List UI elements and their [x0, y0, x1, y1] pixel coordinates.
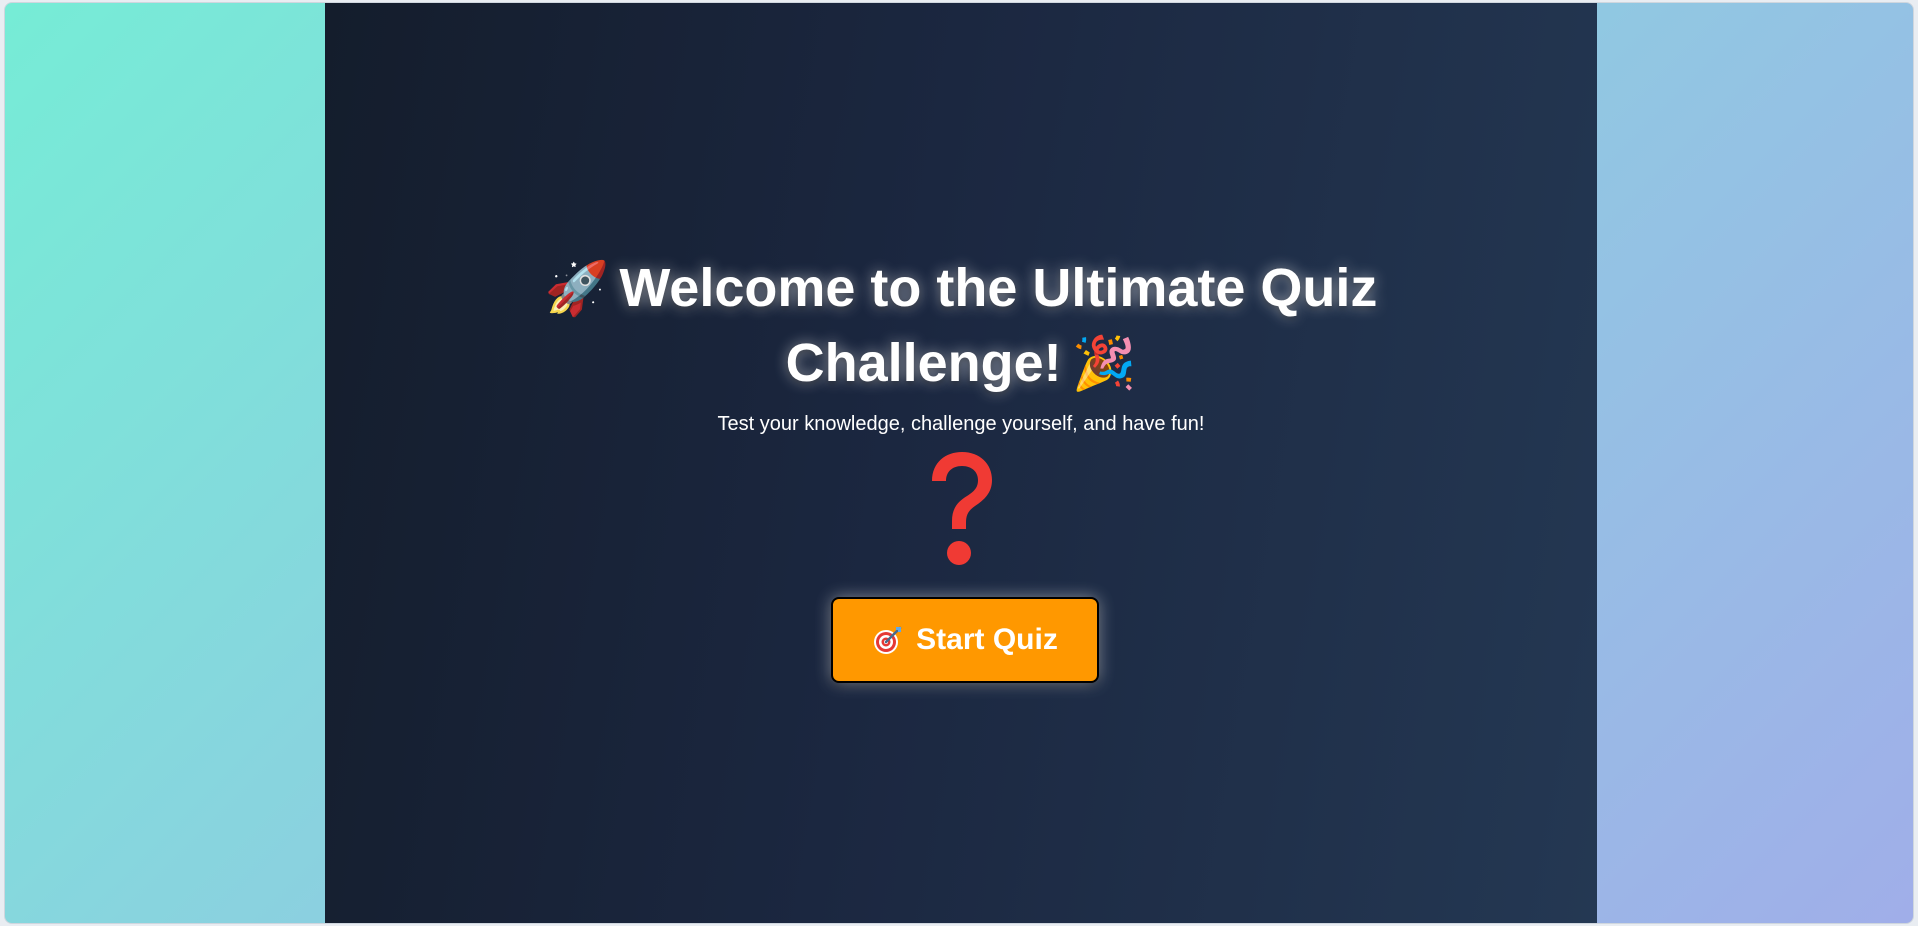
question-mark-icon	[325, 443, 1597, 573]
target-icon	[872, 624, 904, 656]
page-title: 🚀 Welcome to the Ultimate Quiz Challenge!…	[481, 251, 1441, 401]
welcome-content: 🚀 Welcome to the Ultimate Quiz Challenge!…	[325, 3, 1597, 923]
rocket-icon: 🚀	[544, 260, 610, 318]
start-quiz-button[interactable]: Start Quiz	[831, 597, 1099, 683]
page-background: 🚀 Welcome to the Ultimate Quiz Challenge!…	[4, 2, 1914, 924]
subtitle: Test your knowledge, challenge yourself,…	[717, 413, 1205, 435]
quiz-welcome-panel: 🚀 Welcome to the Ultimate Quiz Challenge!…	[325, 3, 1597, 923]
party-popper-icon: 🎉	[1071, 335, 1137, 393]
start-quiz-label: Start Quiz	[916, 623, 1058, 656]
title-text: Welcome to the Ultimate Quiz Challenge!	[619, 258, 1378, 393]
